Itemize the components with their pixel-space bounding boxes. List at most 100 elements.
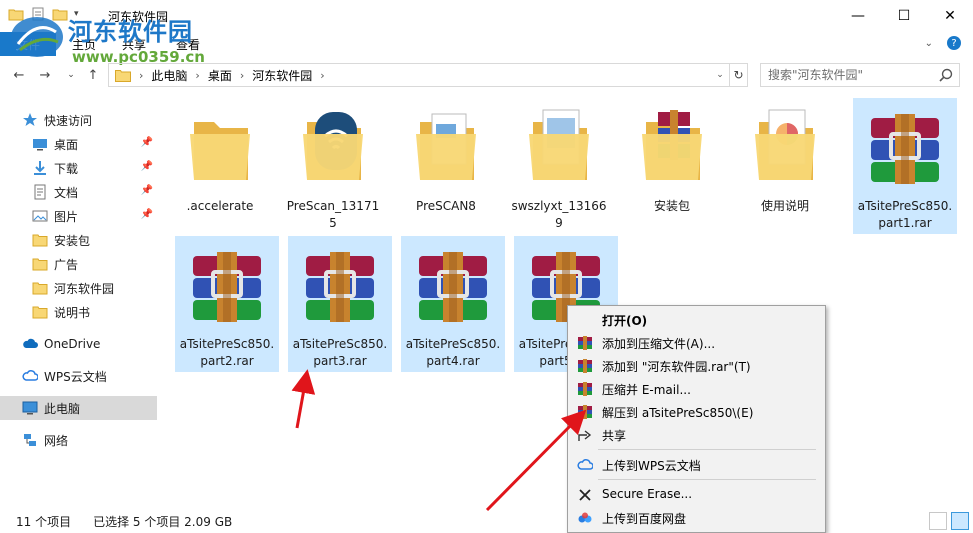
window-title: 河东软件园 <box>108 10 169 24</box>
file-item[interactable]: aTsitePreSc850.part2.rar <box>175 236 279 372</box>
properties-icon[interactable] <box>30 6 46 22</box>
rar-archive-icon <box>865 104 945 194</box>
context-menu-item[interactable]: 打开(O) <box>568 309 825 331</box>
title-bar: ▾ 河东软件园 — ☐ ✕ <box>0 0 973 32</box>
file-name: 使用说明 <box>760 199 809 213</box>
breadcrumb-this-pc[interactable]: 此电脑 <box>151 67 187 84</box>
search-box[interactable] <box>760 63 960 87</box>
network-icon <box>22 432 38 448</box>
wps-cloud-icon <box>577 457 594 473</box>
breadcrumb-current-folder[interactable]: 河东软件园 <box>252 67 312 84</box>
tab-file[interactable]: 文件 <box>0 32 56 56</box>
close-button[interactable]: ✕ <box>927 0 973 32</box>
tab-share[interactable]: 共享 <box>122 36 146 53</box>
share-icon <box>577 427 593 443</box>
context-menu-label: 添加到压缩文件(A)... <box>602 337 716 351</box>
minimize-button[interactable]: — <box>835 0 881 32</box>
file-item[interactable]: PreScan_131715 <box>281 98 385 234</box>
winrar-icon <box>577 335 593 351</box>
file-name: PreSCAN8 <box>416 199 476 213</box>
file-item[interactable]: PreSCAN8 <box>394 98 498 234</box>
file-name: aTsitePreSc850.part4.rar <box>405 337 501 368</box>
large-icons-view-icon[interactable] <box>951 512 969 530</box>
new-folder-icon[interactable] <box>52 6 68 22</box>
sidebar-item-label: 图片 <box>54 209 79 224</box>
star-icon <box>22 112 38 128</box>
winrar-icon <box>577 381 593 397</box>
breadcrumb-separator: › <box>320 68 325 82</box>
view-switcher <box>929 512 969 530</box>
sidebar-item-label: 文档 <box>54 185 79 200</box>
context-menu-item[interactable]: 压缩并 E-mail... <box>568 378 825 400</box>
address-bar[interactable]: › 此电脑 › 桌面 › 河东软件园 › ⌄ <box>108 63 730 87</box>
file-item[interactable]: 安装包 <box>620 98 724 234</box>
address-dropdown-icon[interactable]: ⌄ <box>711 64 729 86</box>
folder-icon <box>115 69 131 82</box>
file-name: aTsitePreSc850.part1.rar <box>857 199 953 230</box>
file-item[interactable]: .accelerate <box>168 98 272 234</box>
status-bar: 11 个项目 已选择 5 个项目 2.09 GB <box>0 510 973 533</box>
tab-view[interactable]: 查看 <box>176 36 200 53</box>
search-icon[interactable] <box>939 68 953 82</box>
file-item[interactable]: aTsitePreSc850.part4.rar <box>401 236 505 372</box>
folder-icon <box>519 104 599 194</box>
search-input[interactable] <box>761 68 931 82</box>
sidebar-item-5[interactable]: 图片 📌 <box>0 204 157 228</box>
context-menu-label: Secure Erase... <box>602 487 693 501</box>
details-view-icon[interactable] <box>929 512 947 530</box>
file-item[interactable]: 使用说明 <box>733 98 837 234</box>
sidebar-item-label: 安装包 <box>54 233 91 248</box>
pin-icon: 📌 <box>140 185 153 196</box>
download-icon <box>32 160 48 176</box>
context-menu-item[interactable]: 添加到压缩文件(A)... <box>568 332 825 354</box>
navigation-pane: 快速访问 桌面 📌 下载 📌 文档 📌 图片 📌 安装包 广告 河东软件园 说明书 OneDrive WPS… <box>0 100 160 500</box>
sidebar-item-7[interactable]: 广告 <box>0 252 157 276</box>
context-menu-label: 上传到WPS云文档 <box>602 459 701 473</box>
sidebar-item-1[interactable]: 快速访问 <box>0 108 157 132</box>
context-menu-item[interactable]: 共享 <box>568 424 825 446</box>
expand-ribbon-icon[interactable]: ⌄ <box>925 38 933 49</box>
tab-home[interactable]: 主页 <box>72 36 96 53</box>
qat-dropdown-icon[interactable]: ▾ <box>74 9 79 19</box>
context-menu-item[interactable]: 解压到 aTsitePreSc850\(E) <box>568 401 825 423</box>
up-arrow-icon[interactable]: ↑ <box>84 66 102 84</box>
file-item[interactable]: aTsitePreSc850.part3.rar <box>288 236 392 372</box>
sidebar-item-12[interactable]: 此电脑 <box>0 396 157 420</box>
file-item[interactable]: swszlyxt_131669 <box>507 98 611 234</box>
breadcrumb-desktop[interactable]: 桌面 <box>208 67 232 84</box>
back-arrow-icon[interactable]: ← <box>10 66 28 84</box>
menu-separator <box>598 479 816 480</box>
folder-icon <box>745 104 825 194</box>
folder-icon <box>632 104 712 194</box>
rar-archive-icon <box>413 242 493 332</box>
cloud-icon <box>22 336 38 352</box>
sidebar-item-6[interactable]: 安装包 <box>0 228 157 252</box>
wps-cloud-icon <box>22 368 38 384</box>
sidebar-item-11[interactable]: WPS云文档 <box>0 364 157 388</box>
forward-arrow-icon[interactable]: → <box>36 66 54 84</box>
sidebar-item-8[interactable]: 河东软件园 <box>0 276 157 300</box>
file-item[interactable]: aTsitePreSc850.part1.rar <box>853 98 957 234</box>
sidebar-item-13[interactable]: 网络 <box>0 428 157 452</box>
winrar-icon <box>577 404 593 420</box>
sidebar-item-label: WPS云文档 <box>44 369 107 384</box>
help-icon[interactable]: ? <box>947 36 961 50</box>
file-name: 安装包 <box>653 199 690 213</box>
sidebar-item-2[interactable]: 桌面 📌 <box>0 132 157 156</box>
file-name: aTsitePreSc850.part2.rar <box>179 337 275 368</box>
sidebar-item-3[interactable]: 下载 📌 <box>0 156 157 180</box>
context-menu-item[interactable]: 上传到WPS云文档 <box>568 454 825 476</box>
context-menu-item[interactable]: Secure Erase... <box>568 484 825 506</box>
sidebar-item-10[interactable]: OneDrive <box>0 332 157 356</box>
maximize-button[interactable]: ☐ <box>881 0 927 32</box>
sidebar-item-9[interactable]: 说明书 <box>0 300 157 324</box>
folder-icon <box>293 104 373 194</box>
context-menu-label: 解压到 aTsitePreSc850\(E) <box>602 406 754 420</box>
recent-dropdown-icon[interactable]: ⌄ <box>62 66 80 84</box>
refresh-icon[interactable]: ↻ <box>730 63 748 87</box>
context-menu-label: 打开(O) <box>602 314 648 328</box>
sidebar-item-4[interactable]: 文档 📌 <box>0 180 157 204</box>
context-menu-item[interactable]: 添加到 "河东软件园.rar"(T) <box>568 355 825 377</box>
item-count: 11 个项目 <box>16 515 72 529</box>
folder-icon <box>32 304 48 320</box>
